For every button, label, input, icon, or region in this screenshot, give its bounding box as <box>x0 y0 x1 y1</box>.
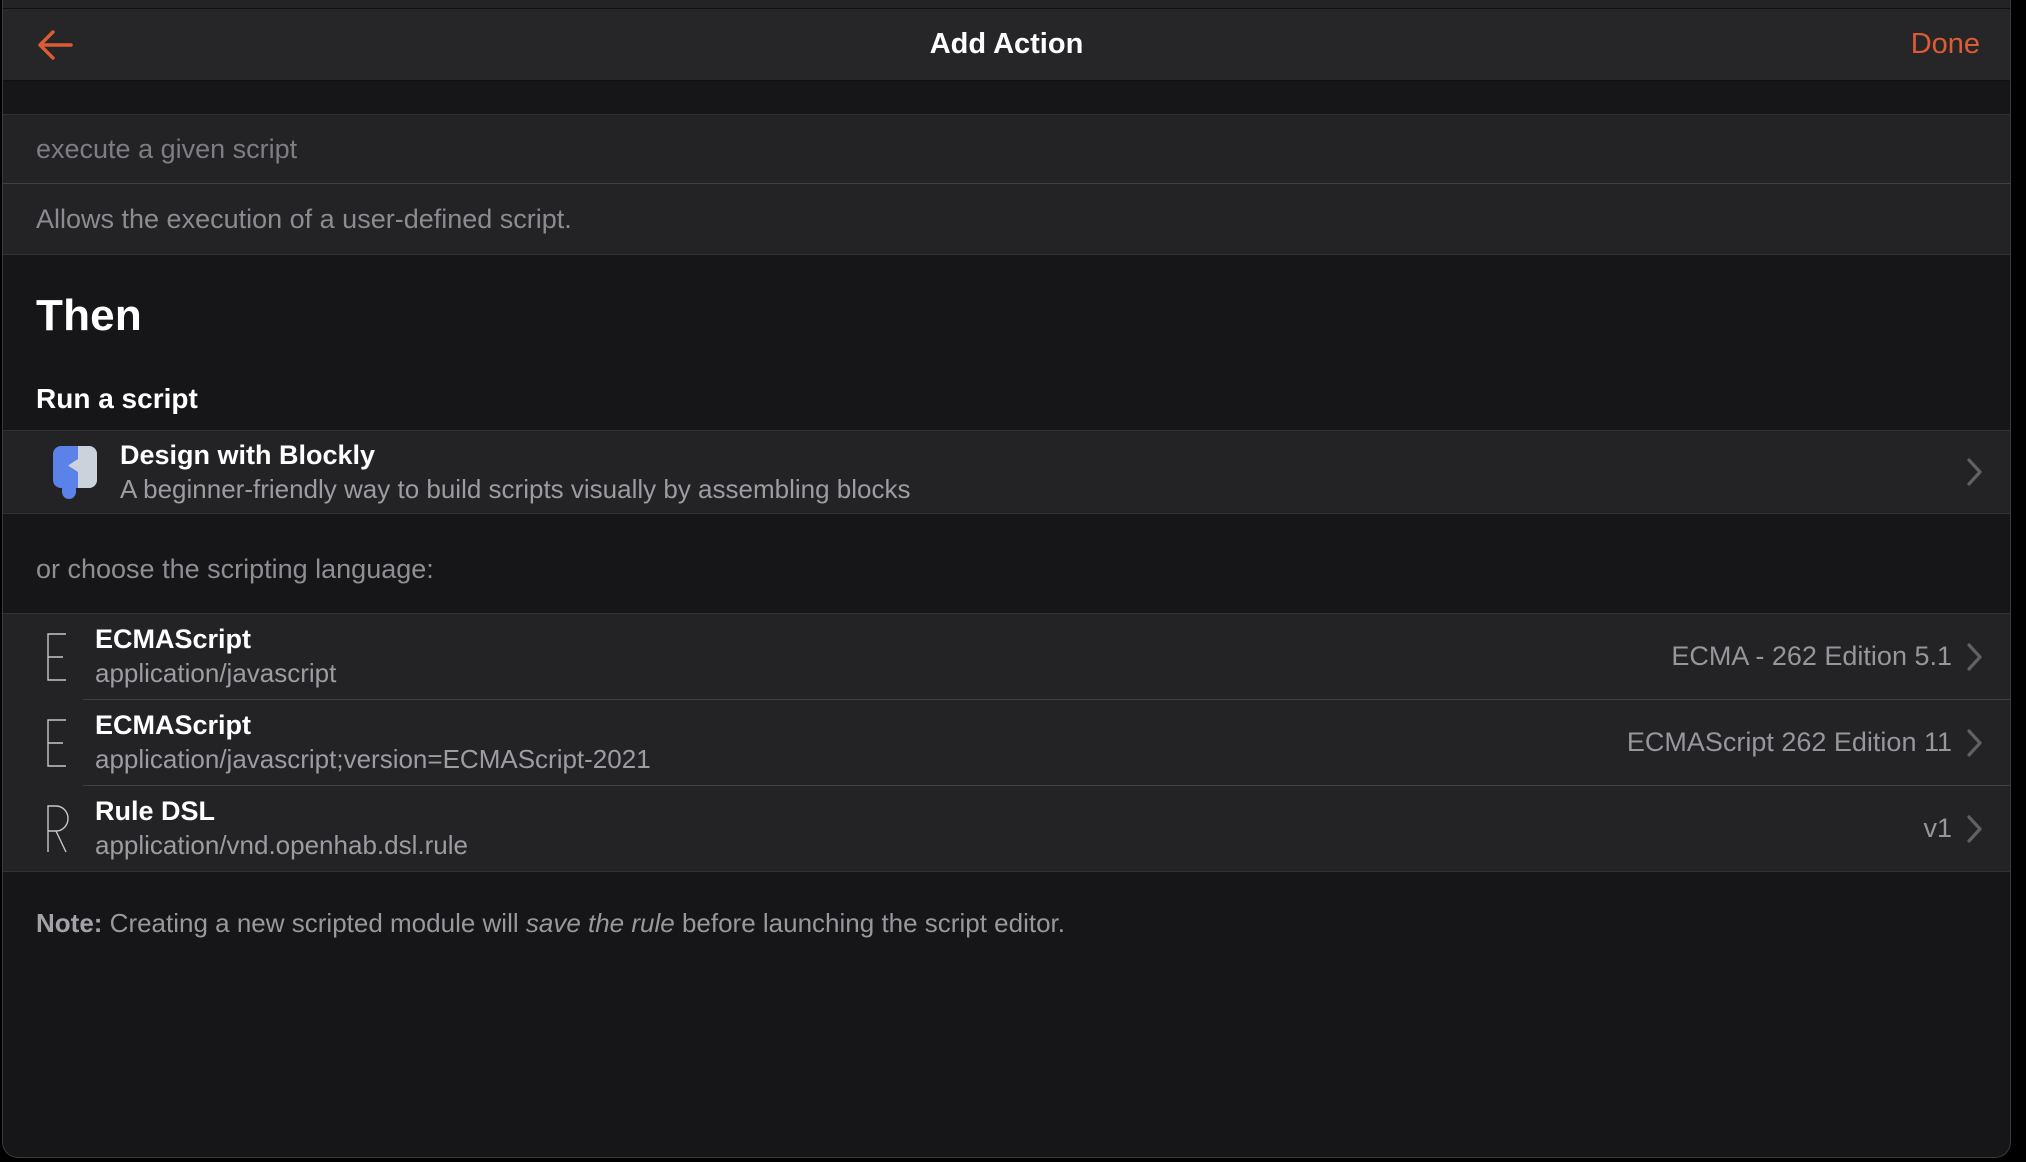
navbar: Add Action Done <box>3 9 2010 81</box>
design-with-blockly-item[interactable]: Design with Blockly A beginner-friendly … <box>3 431 2010 513</box>
list-item-text: Rule DSL application/vnd.openhab.dsl.rul… <box>95 795 1903 862</box>
language-list: ECMAScript application/javascript ECMA -… <box>3 613 2010 872</box>
run-a-script-heading: Run a script <box>36 383 198 414</box>
letter-r-icon <box>43 802 77 856</box>
page-title: Add Action <box>929 28 1084 60</box>
note-italic: save the rule <box>525 908 675 938</box>
navbar-right: Done <box>1083 28 1980 61</box>
list-item-subtitle: application/javascript <box>95 658 337 689</box>
module-description-row[interactable]: execute a given script <box>3 115 2010 183</box>
list-item-rule-dsl[interactable]: Rule DSL application/vnd.openhab.dsl.rul… <box>3 786 2010 871</box>
list-item-version: v1 <box>1923 813 1952 843</box>
chevron-right-icon <box>1966 642 1984 672</box>
list-item-title: ECMAScript <box>95 624 252 655</box>
chevron-right-icon <box>1966 728 1984 758</box>
list-item-text: ECMAScript application/javascript <box>95 623 1651 690</box>
list-item-ecmascript-2021[interactable]: ECMAScript application/javascript;versio… <box>3 700 2010 785</box>
done-button[interactable]: Done <box>1911 28 1980 61</box>
modal-top-strip <box>3 0 2010 9</box>
note-after: before launching the script editor. <box>674 908 1065 938</box>
blockly-item-text: Design with Blockly A beginner-friendly … <box>120 439 1952 506</box>
list-item-version: ECMA - 262 Edition 5.1 <box>1671 641 1952 671</box>
blockly-card: Design with Blockly A beginner-friendly … <box>3 430 2010 514</box>
note-text: Note: Creating a new scripted module wil… <box>36 906 1977 941</box>
module-config-card: execute a given script Allows the execut… <box>3 114 2010 255</box>
list-item-ecmascript-5[interactable]: ECMAScript application/javascript ECMA -… <box>3 614 2010 699</box>
note-label: Note: <box>36 908 103 938</box>
letter-e-icon <box>43 716 77 770</box>
module-help-text: Allows the execution of a user-defined s… <box>36 203 572 234</box>
chevron-right-icon <box>1966 457 1984 487</box>
blockly-icon <box>51 444 99 500</box>
list-item-subtitle: application/javascript;version=ECMAScrip… <box>95 744 651 775</box>
back-arrow-icon <box>38 29 73 60</box>
back-button[interactable] <box>33 28 75 62</box>
add-action-modal: Add Action Done execute a given script A… <box>2 0 2011 1158</box>
list-item-title: ECMAScript <box>95 710 252 741</box>
then-heading: Then <box>36 291 142 340</box>
module-description-input[interactable]: execute a given script <box>36 134 1977 165</box>
blockly-item-subtitle: A beginner-friendly way to build scripts… <box>120 473 911 504</box>
choose-language-label: or choose the scripting language: <box>36 554 434 584</box>
navbar-left <box>33 28 930 62</box>
chevron-right-icon <box>1966 814 1984 844</box>
letter-e-icon <box>43 630 77 684</box>
list-item-version: ECMAScript 262 Edition 11 <box>1626 727 1952 757</box>
list-item-title: Rule DSL <box>95 796 216 827</box>
list-item-subtitle: application/vnd.openhab.dsl.rule <box>95 830 468 861</box>
blockly-item-title: Design with Blockly <box>120 439 376 470</box>
list-item-text: ECMAScript application/javascript;versio… <box>95 709 1607 776</box>
note-before: Creating a new scripted module will <box>102 908 526 938</box>
